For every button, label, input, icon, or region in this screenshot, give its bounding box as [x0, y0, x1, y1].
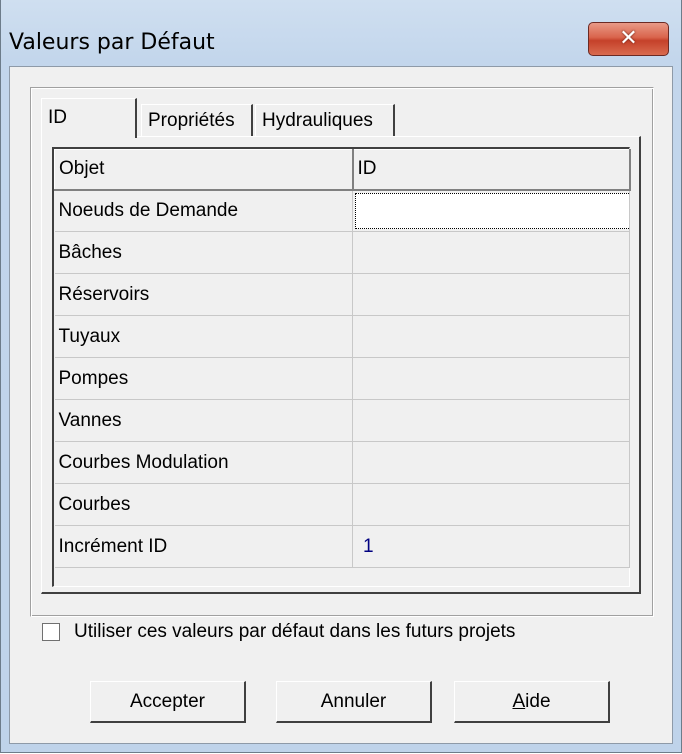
- default-values-option[interactable]: Utiliser ces valeurs par défaut dans les…: [42, 621, 515, 643]
- default-values-checkbox-label: Utiliser ces valeurs par défaut dans les…: [74, 621, 516, 642]
- row-value-cell[interactable]: [352, 189, 630, 232]
- row-value[interactable]: [352, 399, 630, 442]
- row-label: Incrément ID: [54, 525, 353, 568]
- row-value[interactable]: 1: [352, 525, 630, 568]
- accept-button[interactable]: Accepter: [90, 681, 246, 723]
- accept-button-label: Accepter: [130, 690, 205, 712]
- table-row: Vannes: [54, 399, 630, 442]
- id-edit-field[interactable]: [355, 192, 629, 229]
- row-value[interactable]: [352, 315, 630, 358]
- row-value[interactable]: [352, 357, 630, 400]
- tab-hydrauliques[interactable]: Hydrauliques: [255, 104, 395, 136]
- row-value[interactable]: [352, 441, 630, 484]
- dialog-client-area: ID Propriétés Hydrauliques Objet ID Noeu…: [9, 66, 673, 744]
- default-values-checkbox[interactable]: [42, 623, 60, 641]
- property-grid: Objet ID Noeuds de Demande Bâches Réserv…: [52, 147, 631, 587]
- tab-group: ID Propriétés Hydrauliques Objet ID Noeu…: [30, 87, 654, 617]
- column-header-objet[interactable]: Objet: [54, 149, 354, 191]
- row-label: Noeuds de Demande: [54, 189, 353, 232]
- table-row: Noeuds de Demande: [54, 189, 630, 232]
- tab-id-label: ID: [48, 107, 67, 128]
- row-value[interactable]: [352, 483, 630, 526]
- table-row: Bâches: [54, 231, 630, 274]
- row-label: Vannes: [54, 399, 353, 442]
- grid-header-row: Objet ID: [54, 149, 631, 191]
- table-row: Tuyaux: [54, 315, 630, 358]
- cancel-button-label: Annuler: [320, 690, 387, 712]
- tab-panel-id: Objet ID Noeuds de Demande Bâches Réserv…: [41, 136, 641, 594]
- table-row: Courbes: [54, 483, 630, 526]
- title-bar[interactable]: Valeurs par Défaut ✕: [1, 0, 681, 66]
- table-row: Pompes: [54, 357, 630, 400]
- close-icon: ✕: [619, 26, 638, 51]
- window-title: Valeurs par Défaut: [9, 30, 215, 55]
- row-value[interactable]: [352, 231, 630, 274]
- row-label: Tuyaux: [54, 315, 353, 358]
- row-label: Bâches: [54, 231, 353, 274]
- tab-hydrauliques-label: Hydrauliques: [262, 110, 373, 131]
- tab-id[interactable]: ID: [41, 98, 137, 138]
- help-button[interactable]: Aide: [454, 681, 610, 723]
- row-value[interactable]: [352, 273, 630, 316]
- table-row: Courbes Modulation: [54, 441, 630, 484]
- dialog-window: Valeurs par Défaut ✕ ID Propriétés Hydra…: [0, 0, 682, 753]
- tab-proprietes-label: Propriétés: [148, 110, 235, 131]
- row-label: Pompes: [54, 357, 353, 400]
- column-header-id[interactable]: ID: [352, 149, 631, 191]
- table-row: Incrément ID 1: [54, 525, 630, 568]
- property-table: Objet ID Noeuds de Demande Bâches Réserv…: [54, 149, 631, 568]
- cancel-button[interactable]: Annuler: [276, 681, 432, 723]
- table-row: Réservoirs: [54, 273, 630, 316]
- help-button-label: Aide: [512, 690, 551, 712]
- row-label: Réservoirs: [54, 273, 353, 316]
- row-label: Courbes Modulation: [54, 441, 353, 484]
- row-label: Courbes: [54, 483, 353, 526]
- tab-proprietes[interactable]: Propriétés: [141, 104, 253, 136]
- close-button[interactable]: ✕: [588, 22, 669, 56]
